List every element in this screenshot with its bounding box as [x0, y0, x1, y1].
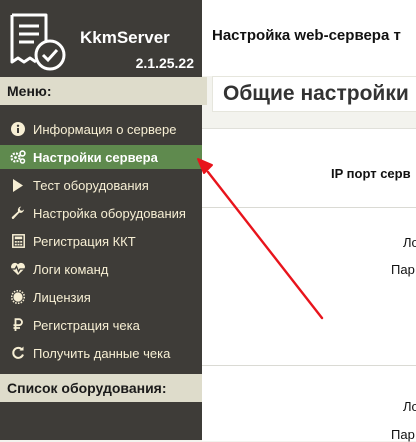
sidebar-item-label: Регистрация ККТ [33, 233, 136, 249]
sidebar: KkmServer 2.1.25.22 Меню: Информация о с… [0, 0, 212, 440]
sidebar-item-label: Информация о сервере [33, 121, 177, 137]
gears-icon [10, 149, 26, 165]
sidebar-item-label: Получить данные чека [33, 345, 171, 361]
sidebar-item-label: Лицензия [33, 289, 91, 305]
top-bar: Настройка web-сервера т [202, 0, 416, 76]
sidebar-item-label: Логи команд [33, 261, 109, 277]
sidebar-item-label: Регистрация чека [33, 317, 140, 333]
sidebar-item-license[interactable]: Лицензия [0, 285, 202, 309]
section-title-box: Общие настройки [212, 76, 416, 112]
logo-area: KkmServer 2.1.25.22 [0, 0, 202, 76]
sidebar-item-equipment-setup[interactable]: Настройка оборудования [0, 201, 202, 225]
info-icon [10, 121, 26, 137]
refresh-icon [10, 345, 26, 361]
calculator-icon [10, 233, 26, 249]
ip-port-label: IP порт серв [331, 166, 411, 181]
divider [202, 365, 416, 366]
ruble-icon [10, 317, 26, 333]
settings-panel: IP порт серв Ло Пар Ло Пар [202, 128, 416, 442]
section-title: Общие настройки [223, 82, 409, 105]
sidebar-item-equipment-test[interactable]: Тест оборудования [0, 173, 202, 197]
wrench-icon [10, 205, 26, 221]
login-label-2: Ло [403, 399, 416, 414]
equipment-list-heading: Список оборудования: [0, 374, 207, 402]
sidebar-item-server-info[interactable]: Информация о сервере [0, 117, 202, 141]
certificate-icon [10, 289, 26, 305]
sidebar-item-command-logs[interactable]: Логи команд [0, 257, 202, 281]
play-icon [10, 177, 26, 193]
menu-heading: Меню: [0, 77, 207, 105]
login-label: Ло [403, 235, 416, 250]
password-label: Пар [391, 262, 415, 277]
page-header-title: Настройка web-сервера т [212, 27, 401, 44]
app-version: 2.1.25.22 [135, 55, 194, 71]
app-name: KkmServer [80, 28, 170, 47]
heartbeat-icon [10, 261, 26, 277]
receipt-check-logo-icon [10, 13, 66, 71]
sidebar-item-get-receipt-data[interactable]: Получить данные чека [0, 341, 202, 365]
app-window: KkmServer 2.1.25.22 Меню: Информация о с… [0, 0, 416, 442]
sidebar-item-label: Тест оборудования [33, 177, 149, 193]
sidebar-item-label: Настройка оборудования [33, 205, 186, 221]
sidebar-item-kkt-registration[interactable]: Регистрация ККТ [0, 229, 202, 253]
divider [202, 207, 416, 208]
sidebar-item-label: Настройки сервера [33, 149, 158, 165]
sidebar-item-server-settings[interactable]: Настройки сервера [0, 145, 212, 169]
sidebar-item-receipt-registration[interactable]: Регистрация чека [0, 313, 202, 337]
main-content: Общие настройки IP порт серв Ло Пар Ло П… [202, 76, 416, 442]
